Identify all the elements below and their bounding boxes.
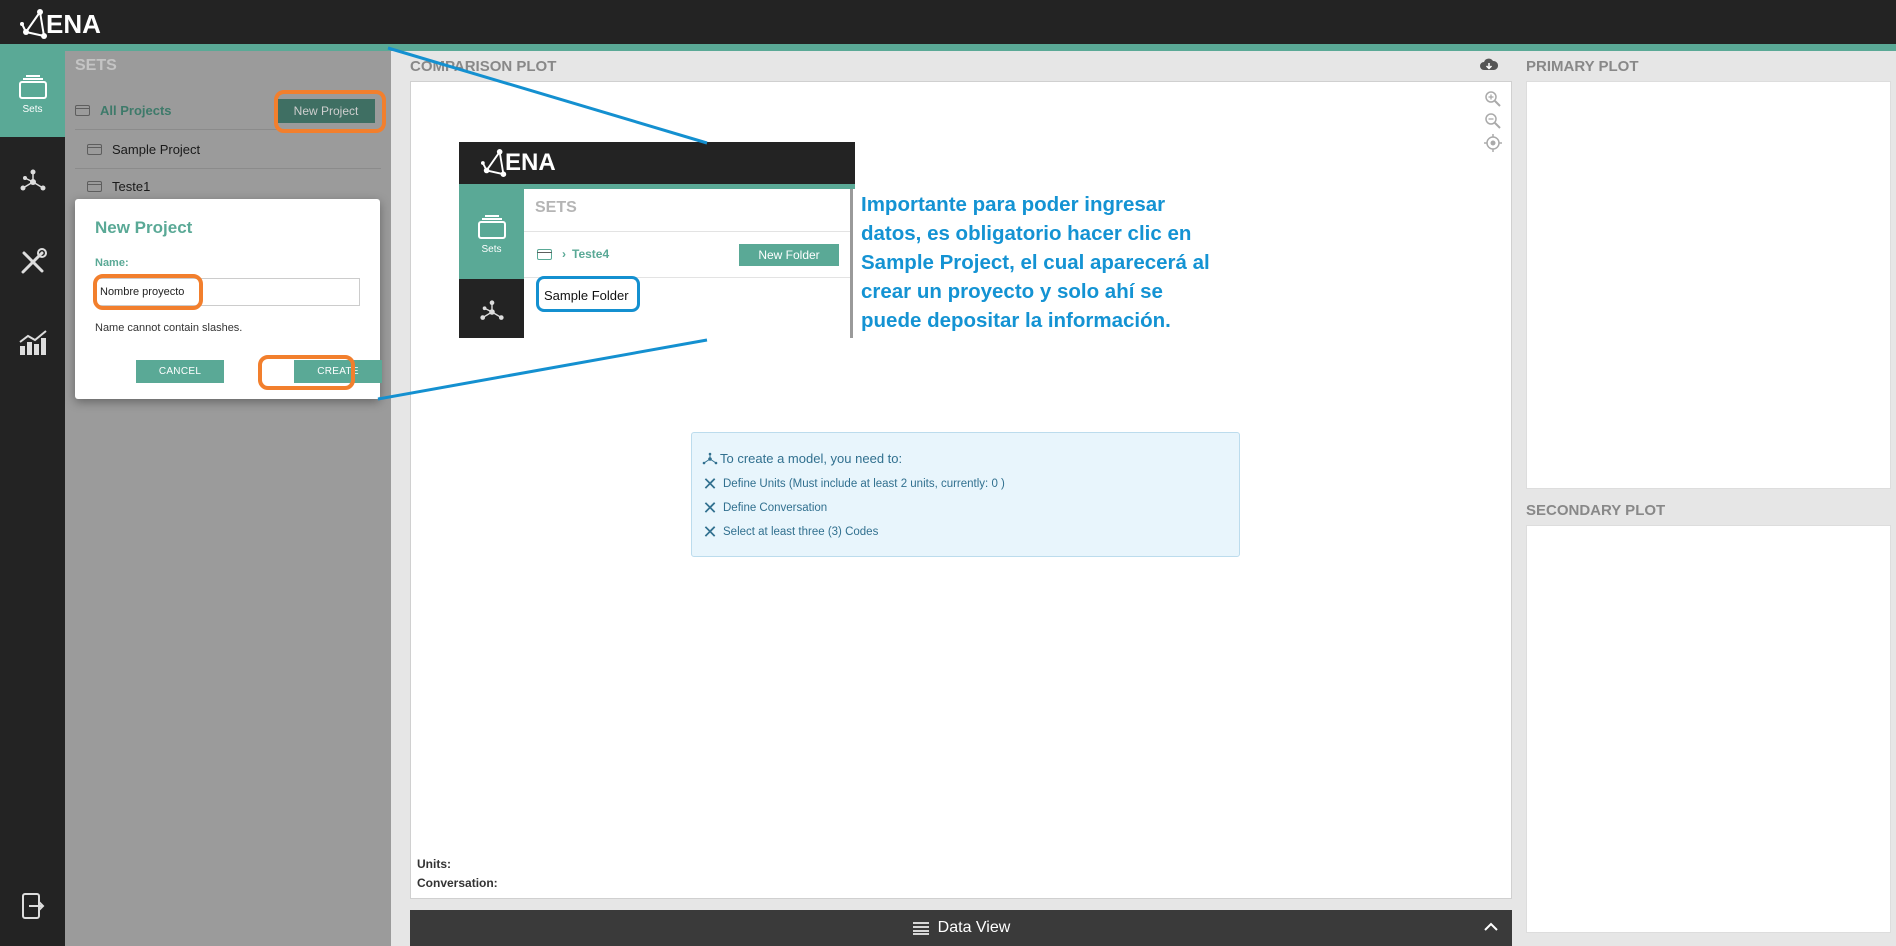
list-icon — [912, 922, 929, 935]
requirement-text: Define Conversation — [723, 502, 828, 514]
annotation-line: Sample Project, el cual aparecerá al — [861, 251, 1210, 274]
requirement-text: Define Units (Must include at least 2 un… — [723, 478, 1005, 490]
chevron-up-icon[interactable] — [1482, 918, 1500, 936]
callout-line-top — [387, 46, 708, 145]
annotation-line: crear un proyecto y solo ahí se — [861, 280, 1163, 303]
requirement-item: ✕ Define Units (Must include at least 2 … — [702, 474, 1005, 494]
x-icon: ✕ — [702, 498, 718, 518]
requirement-item: ✕ Select at least three (3) Codes — [702, 523, 878, 541]
primary-plot-title: PRIMARY PLOT — [1526, 58, 1639, 75]
data-view-label: Data View — [937, 919, 1011, 936]
primary-plot-canvas[interactable] — [1526, 81, 1891, 489]
model-requirements-box: To create a model, you need to: ✕ Define… — [691, 432, 1240, 557]
callout-line-bottom — [377, 338, 708, 401]
annotation-text: Importante para poder ingresar datos, es… — [861, 190, 1281, 335]
secondary-plot-title: SECONDARY PLOT — [1526, 502, 1666, 519]
annotation-line: datos, es obligatorio hacer clic en — [861, 222, 1192, 245]
model-requirements-title: To create a model, you need to: — [702, 451, 902, 466]
units-label: Units: — [417, 857, 451, 871]
x-icon: ✕ — [702, 522, 718, 542]
data-view-bar[interactable]: Data View — [410, 910, 1512, 946]
secondary-plot-canvas[interactable] — [1526, 525, 1891, 933]
annotation-line: puede depositar la información. — [861, 309, 1171, 332]
annotation-line: Importante para poder ingresar — [861, 193, 1166, 216]
conversation-label: Conversation: — [417, 876, 498, 890]
network-icon — [702, 452, 718, 464]
requirement-text: Select at least three (3) Codes — [723, 526, 879, 538]
requirement-item: ✕ Define Conversation — [702, 499, 827, 517]
x-icon: ✕ — [702, 474, 718, 494]
requirements-title-text: To create a model, you need to: — [720, 451, 903, 466]
